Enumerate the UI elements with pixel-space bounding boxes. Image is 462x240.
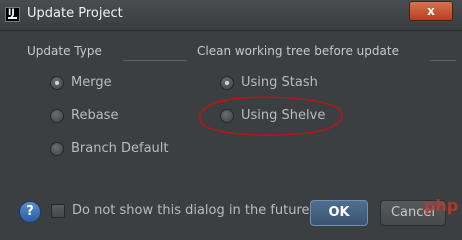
radio-label: Using Stash [241,75,318,90]
group-divider [430,60,456,61]
update-type-group-title: Update Type [27,44,102,58]
radio-button-icon[interactable] [50,109,64,123]
title-bar: IJ Update Project x [0,0,462,31]
radio-branch-default[interactable]: Branch Default [50,140,180,160]
radio-label: Merge [71,75,112,90]
ok-button[interactable]: OK [310,200,368,226]
radio-button-icon[interactable] [50,142,64,156]
close-button[interactable]: x [409,1,453,21]
radio-merge[interactable]: Merge [50,74,170,94]
dont-show-checkbox[interactable] [51,204,65,218]
radio-rebase[interactable]: Rebase [50,107,170,127]
red-annotation-ellipse [199,96,343,136]
help-button[interactable]: ? [19,201,41,223]
radio-button-icon[interactable] [220,76,234,90]
watermark: php [424,196,459,215]
dont-show-label: Do not show this dialog in the future [72,203,310,218]
radio-label: Branch Default [71,141,169,156]
radio-using-stash[interactable]: Using Stash [220,74,350,94]
radio-label: Rebase [71,108,119,123]
clean-tree-group-title: Clean working tree before update [197,44,399,58]
window-title: Update Project [27,6,123,21]
intellij-app-icon: IJ [5,7,20,22]
radio-button-icon[interactable] [50,76,64,90]
group-divider [123,60,187,61]
